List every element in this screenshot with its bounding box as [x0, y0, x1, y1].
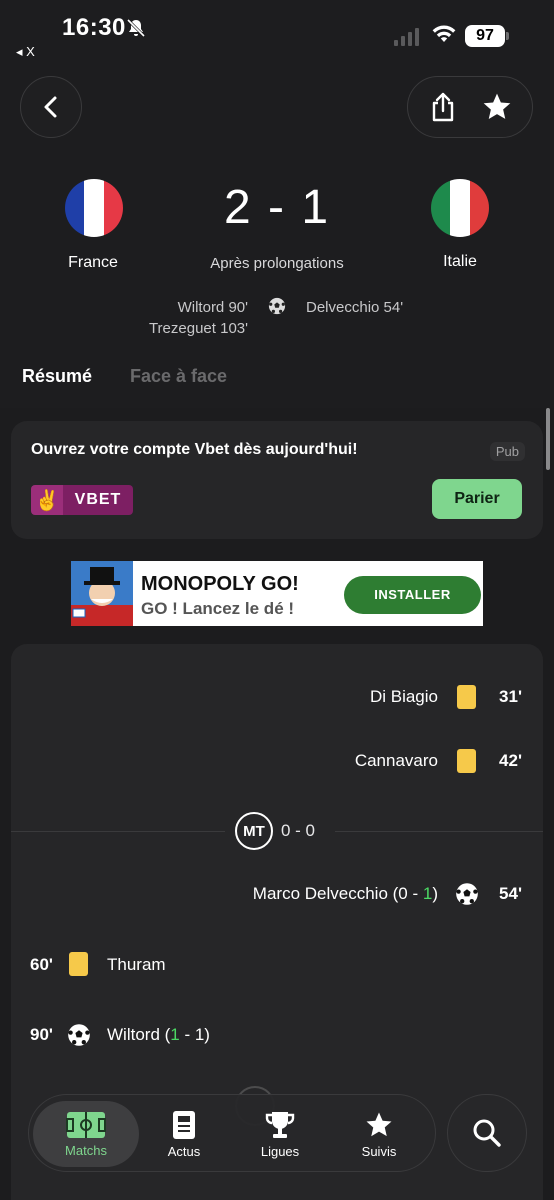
tab-resume[interactable]: Résumé	[22, 366, 92, 387]
france-flag	[65, 179, 123, 237]
soccer-ball-icon	[68, 1024, 90, 1046]
nav-item-matchs[interactable]: Matchs	[33, 1101, 139, 1167]
wifi-icon	[432, 25, 456, 42]
event-minute: 31'	[499, 687, 522, 706]
bottom-nav: Matchs Actus Ligues Suivis	[28, 1094, 436, 1172]
tab-face-a-face[interactable]: Face à face	[130, 366, 227, 387]
yellow-card-icon	[457, 749, 476, 773]
nav-item-actus[interactable]: Actus	[139, 1101, 229, 1167]
monopoly-banner[interactable]: MONOPOLY GO! GO ! Lancez le dé ! INSTALL…	[71, 561, 483, 626]
event-minute: 90'	[30, 1025, 53, 1044]
banner-subtitle: GO ! Lancez le dé !	[141, 599, 295, 618]
status-time: 16:30	[62, 14, 126, 41]
goal-close: )	[432, 884, 438, 903]
search-button[interactable]	[447, 1094, 527, 1172]
nav-label: Matchs	[65, 1142, 107, 1158]
chevron-left-icon	[44, 96, 57, 118]
away-scorers: Delvecchio 54'	[306, 297, 403, 318]
pub-badge: Pub	[489, 442, 525, 461]
victory-hand-icon: ✌	[31, 485, 63, 515]
goal-player-text: Wiltord (	[107, 1025, 171, 1044]
nav-label: Actus	[167, 1143, 201, 1159]
match-score: 2 - 1	[223, 181, 331, 234]
halftime-label: MT	[235, 812, 273, 850]
event-minute: 42'	[499, 751, 522, 770]
nav-item-suivis[interactable]: Suivis	[334, 1101, 424, 1167]
nav-label: Ligues	[260, 1143, 300, 1159]
event-minute: 60'	[30, 955, 53, 974]
install-button[interactable]: INSTALLER	[344, 576, 481, 614]
soccer-ball-icon	[456, 883, 478, 905]
goal-player-text: Marco Delvecchio (0 -	[252, 884, 423, 903]
halftime-marker: MT 0 - 0	[225, 812, 335, 850]
event-player[interactable]: Wiltord (1 - 1)	[107, 1025, 210, 1045]
scorer: Trezeguet 103'	[148, 320, 248, 337]
halftime-score: 0 - 0	[281, 821, 316, 840]
scrollbar[interactable]	[546, 408, 550, 470]
event-minute: 54'	[499, 884, 522, 903]
news-icon	[173, 1110, 195, 1139]
event-player[interactable]: Di Biagio	[370, 687, 438, 707]
away-team-name[interactable]: Italie	[400, 253, 520, 271]
home-team-name[interactable]: France	[33, 254, 153, 272]
goal-highlight: 1	[170, 1025, 180, 1044]
parier-button[interactable]: Parier	[432, 479, 522, 519]
back-to-app-link[interactable]: ◂ X	[16, 44, 35, 60]
banner-title: MONOPOLY GO!	[141, 573, 299, 595]
pitch-icon	[66, 1111, 106, 1138]
signal-icon	[394, 28, 419, 46]
bell-muted-icon	[126, 18, 146, 38]
star-icon	[366, 1112, 392, 1136]
goal-rest: - 1)	[179, 1025, 210, 1044]
favorite-button[interactable]	[475, 85, 519, 129]
scorer: Wiltord 90'	[177, 299, 248, 316]
event-player[interactable]: Thuram	[107, 955, 166, 975]
vbet-logo: ✌ VBET	[31, 485, 133, 515]
vbet-brand: VBET	[63, 485, 133, 515]
trophy-icon	[265, 1111, 295, 1138]
share-button[interactable]	[421, 85, 465, 129]
event-player[interactable]: Cannavaro	[355, 751, 438, 771]
match-header: 16:30 ◂ X 97 France 2 - 1 Après prolonga…	[0, 0, 554, 408]
monopoly-mascot-image	[71, 561, 133, 626]
home-scorers: Wiltord 90' Trezeguet 103'	[149, 297, 248, 339]
scorer: Delvecchio 54'	[306, 299, 404, 316]
goal-highlight: 1	[422, 884, 433, 903]
star-icon	[483, 93, 511, 119]
back-button[interactable]	[20, 76, 82, 138]
ad-card[interactable]: Ouvrez votre compte Vbet dès aujourd'hui…	[11, 421, 543, 539]
header-actions	[407, 76, 533, 138]
yellow-card-icon	[69, 952, 88, 976]
event-player[interactable]: Marco Delvecchio (0 - 1)	[253, 884, 438, 904]
nav-label: Suivis	[361, 1143, 397, 1159]
share-icon	[432, 92, 454, 122]
match-status: Après prolongations	[210, 255, 344, 272]
yellow-card-icon	[457, 685, 476, 709]
search-icon	[473, 1119, 501, 1147]
nav-item-ligues[interactable]: Ligues	[235, 1101, 325, 1167]
italy-flag	[431, 179, 489, 237]
ad-title: Ouvrez votre compte Vbet dès aujourd'hui…	[31, 441, 358, 458]
battery-indicator: 97	[465, 25, 509, 47]
soccer-ball-icon	[268, 297, 286, 315]
